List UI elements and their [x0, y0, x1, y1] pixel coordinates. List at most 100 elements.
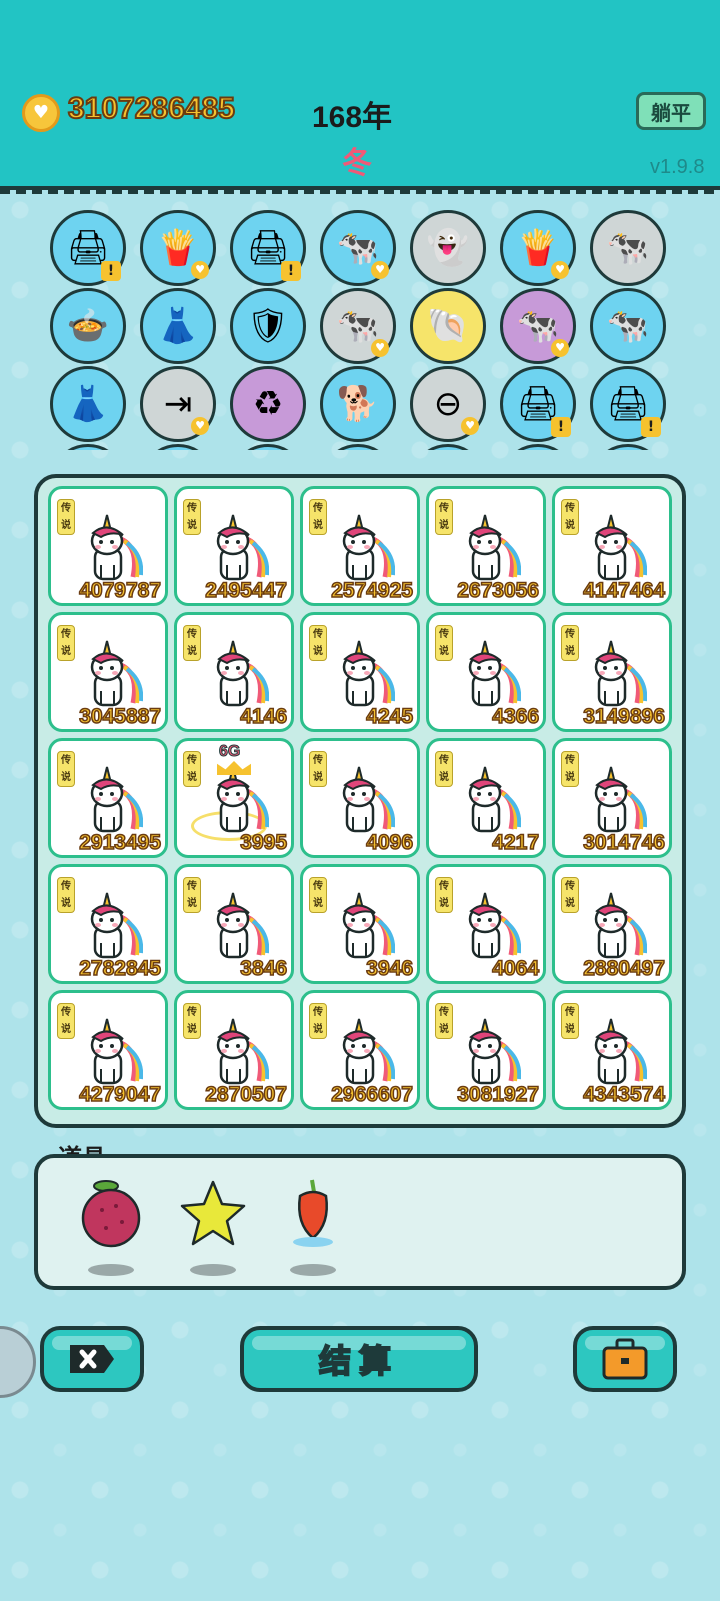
- more-icon[interactable]: [50, 444, 126, 450]
- more-icon[interactable]: [410, 444, 486, 450]
- more-icon[interactable]: [590, 444, 666, 450]
- duck-pot-icon[interactable]: 🍲: [50, 288, 126, 364]
- legend-tag: 传说: [183, 499, 201, 535]
- slot-cell[interactable]: 传说 2782845: [48, 864, 168, 984]
- unicorn-icon: [342, 892, 395, 959]
- legend-tag: 传说: [183, 877, 201, 913]
- cell-value: 3149896: [582, 704, 665, 729]
- legend-tag: 传说: [57, 877, 75, 913]
- chili-item[interactable]: [278, 1176, 348, 1276]
- unicorn-icon: [594, 640, 647, 707]
- legend-tag: 传说: [435, 499, 453, 535]
- printer-icon[interactable]: 🖨!: [50, 210, 126, 286]
- legend-tag: 传说: [309, 499, 327, 535]
- more-icon[interactable]: [140, 444, 216, 450]
- skip-icon[interactable]: ⇥ ♥: [140, 366, 216, 442]
- ghost-icon[interactable]: 👻: [410, 210, 486, 286]
- unicorn-icon: [216, 514, 269, 581]
- cell-value: 3995: [240, 830, 288, 855]
- fries-icon[interactable]: 🍟 ♥: [140, 210, 216, 286]
- symbol-inventory[interactable]: 🖨! 🍟 ♥ 🖨! 🐄 ♥ 👻 🍟 ♥ 🐄 🍲 👗 🛡 🐄 ♥ 🐚 🐄 ♥ 🐄 👗 ⇥ ♥ ♻ 🐕 ⊖ ♥ 🖨! 🖨!: [50, 210, 674, 450]
- recycle-icon[interactable]: ♻: [230, 366, 306, 442]
- slot-cell[interactable]: 传说 3946: [300, 864, 420, 984]
- unicorn-icon: [90, 640, 143, 707]
- fries-icon[interactable]: 🍟 ♥: [500, 210, 576, 286]
- item-shadow: [290, 1264, 336, 1276]
- slot-cell[interactable]: 传说 3045887: [48, 612, 168, 732]
- unicorn-icon: [342, 514, 395, 581]
- legend-tag: 传说: [309, 625, 327, 661]
- heart-icon: ♥: [191, 261, 209, 279]
- legend-tag: 传说: [561, 625, 579, 661]
- remove-button[interactable]: [40, 1326, 144, 1392]
- shield-icon[interactable]: 🛡: [230, 288, 306, 364]
- cell-value: 2870507: [204, 1082, 287, 1107]
- heart-icon: ♥: [461, 417, 479, 435]
- twin-cows-icon[interactable]: 🐄: [590, 288, 666, 364]
- legend-tag: 传说: [57, 625, 75, 661]
- minus-icon[interactable]: ⊖ ♥: [410, 366, 486, 442]
- cell-value: 3014746: [582, 830, 665, 855]
- twin-cows-icon[interactable]: 🐄 ♥: [320, 210, 396, 286]
- lychee-item[interactable]: [76, 1176, 146, 1276]
- slot-cell[interactable]: 传说 6G 3995: [174, 738, 294, 858]
- version-label: v1.9.8: [650, 156, 705, 178]
- coin-icon: ♥: [22, 94, 60, 132]
- slot-cell[interactable]: 传说 3014746: [552, 738, 672, 858]
- skip-glyph: ⇥: [163, 384, 193, 424]
- slot-cell[interactable]: 传说 4343574: [552, 990, 672, 1110]
- legend-tag: 传说: [561, 877, 579, 913]
- lie-flat-button[interactable]: 躺平: [636, 92, 706, 130]
- bag-button[interactable]: [573, 1326, 677, 1392]
- slot-cell[interactable]: 传说 4146: [174, 612, 294, 732]
- slot-cell[interactable]: 传说 4366: [426, 612, 546, 732]
- legend-tag: 传说: [57, 751, 75, 787]
- unicorn-icon: [468, 514, 521, 581]
- slot-cell[interactable]: 传说 4079787: [48, 486, 168, 606]
- briefcase-icon: [602, 1338, 648, 1380]
- slot-cell[interactable]: 传说 4096: [300, 738, 420, 858]
- twin-cows-icon[interactable]: 🐄: [590, 210, 666, 286]
- more-icon[interactable]: [320, 444, 396, 450]
- printer-icon[interactable]: 🖨!: [590, 366, 666, 442]
- slot-cell[interactable]: 传说 2574925: [300, 486, 420, 606]
- skirt-icon[interactable]: 👗: [140, 288, 216, 364]
- printer-icon[interactable]: 🖨!: [230, 210, 306, 286]
- printer-icon[interactable]: 🖨!: [500, 366, 576, 442]
- minus-glyph: ⊖: [433, 384, 463, 424]
- slot-cell[interactable]: 传说 3081927: [426, 990, 546, 1110]
- cell-value: 4366: [492, 704, 540, 729]
- twin-cows-icon[interactable]: 🐄 ♥: [500, 288, 576, 364]
- slot-cell[interactable]: 传说 4245: [300, 612, 420, 732]
- item-shadow: [88, 1264, 134, 1276]
- slot-cell[interactable]: 传说 4279047: [48, 990, 168, 1110]
- slot-cell[interactable]: 传说 4147464: [552, 486, 672, 606]
- heart-icon: ♥: [551, 339, 569, 357]
- shell-glyph: 🐚: [426, 306, 470, 346]
- cell-value: 3081927: [456, 1082, 539, 1107]
- slot-cell[interactable]: 传说 4064: [426, 864, 546, 984]
- slot-cell[interactable]: 传说 2495447: [174, 486, 294, 606]
- top-bar: ♥ 3107286485 168年 冬 躺平 v1.9.8: [0, 0, 720, 194]
- slot-cell[interactable]: 传说 2673056: [426, 486, 546, 606]
- slot-cell[interactable]: 传说 3846: [174, 864, 294, 984]
- shell-icon[interactable]: 🐚: [410, 288, 486, 364]
- slot-cell[interactable]: 传说 2880497: [552, 864, 672, 984]
- cool-dog-icon[interactable]: 🐕: [320, 366, 396, 442]
- slot-cell[interactable]: 传说 2966607: [300, 990, 420, 1110]
- fries-glyph: 🍟: [516, 228, 560, 268]
- slot-cell[interactable]: 传说 2913495: [48, 738, 168, 858]
- more-icon[interactable]: [500, 444, 576, 450]
- slot-cell[interactable]: 传说 3149896: [552, 612, 672, 732]
- skirt-icon[interactable]: 👗: [50, 366, 126, 442]
- more-icon[interactable]: [230, 444, 306, 450]
- slot-cell[interactable]: 传说 4217: [426, 738, 546, 858]
- cell-value: 3946: [366, 956, 414, 981]
- twin-cows-icon[interactable]: 🐄 ♥: [320, 288, 396, 364]
- settle-button[interactable]: 结算: [240, 1326, 478, 1392]
- cell-value: 2782845: [78, 956, 161, 981]
- slot-cell[interactable]: 传说 2870507: [174, 990, 294, 1110]
- cell-value: 4217: [492, 830, 540, 855]
- unicorn-icon: [468, 766, 521, 833]
- star-item[interactable]: [178, 1176, 248, 1276]
